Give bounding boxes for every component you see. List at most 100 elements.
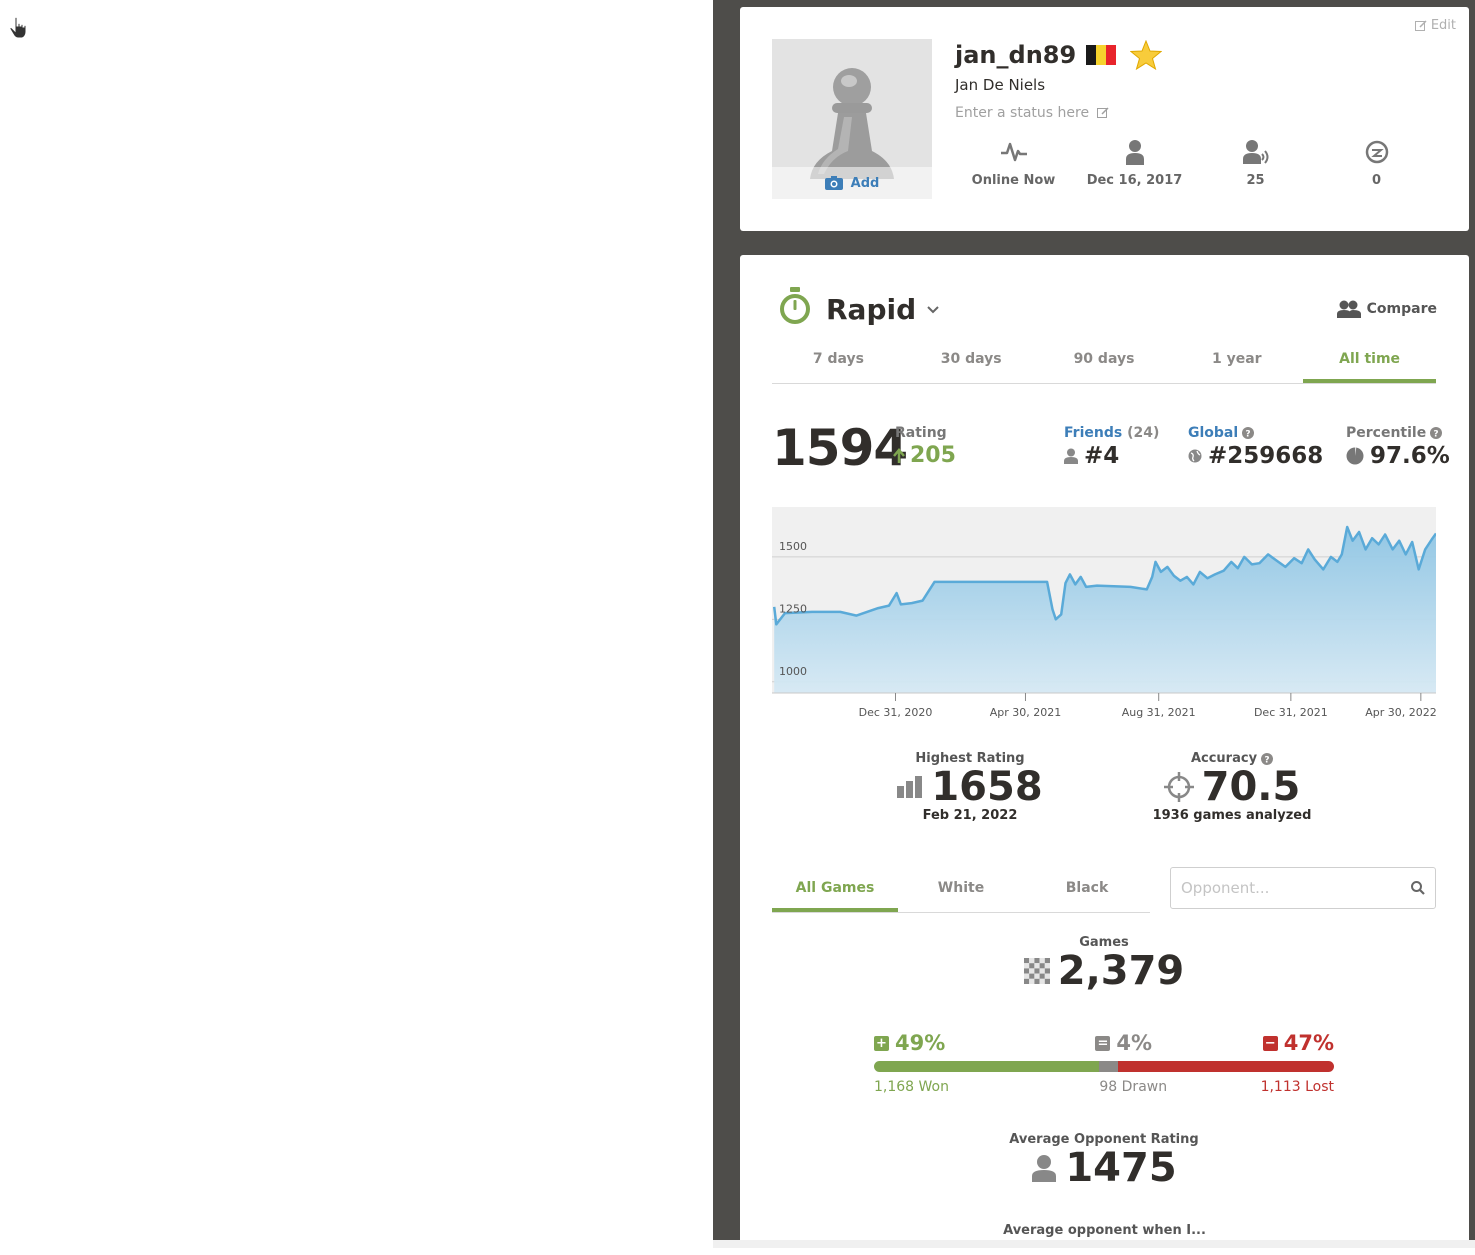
svg-text:?: ? <box>1246 430 1251 440</box>
online-status-value: Online Now <box>971 173 1056 188</box>
joined-date: Dec 16, 2017 <box>1074 137 1195 188</box>
stats-card: Rapid Compare 7 days 30 days 90 days 1 y… <box>740 255 1469 1255</box>
username: jan_dn89 <box>955 41 1077 69</box>
edit-profile-link[interactable]: Edit <box>1414 18 1456 33</box>
status-placeholder: Enter a status here <box>955 105 1090 121</box>
tab-all-games[interactable]: All Games <box>772 867 898 912</box>
drawn-count[interactable]: 98 Drawn <box>1099 1079 1167 1095</box>
lost-percent-value: 47% <box>1283 1031 1334 1055</box>
drawn-percent: = 4% <box>1095 1031 1152 1055</box>
joined-date-value: Dec 16, 2017 <box>1086 173 1183 188</box>
activity-icon <box>1000 142 1027 162</box>
compare-button[interactable]: Compare <box>1336 300 1437 318</box>
edit-status-icon <box>1097 107 1109 118</box>
tab-90-days[interactable]: 90 days <box>1038 343 1171 383</box>
tab-white[interactable]: White <box>898 867 1024 912</box>
opponent-search-input[interactable] <box>1181 879 1411 897</box>
tab-black[interactable]: Black <box>1024 867 1150 912</box>
minus-icon: − <box>1262 1035 1278 1051</box>
y-tick-label: 1000 <box>779 665 807 678</box>
x-tick-label: Dec 31, 2020 <box>859 706 933 719</box>
plus-icon: + <box>874 1035 889 1051</box>
belgium-flag-icon <box>1086 45 1117 65</box>
rapid-timer-icon <box>780 287 810 324</box>
rating-change-value: 205 <box>910 443 956 468</box>
hand-cursor-icon <box>9 16 27 39</box>
friends-count: (24) <box>1127 425 1160 441</box>
percentile-pie-icon <box>1346 447 1364 465</box>
global-rank-label[interactable]: Global <box>1188 425 1238 441</box>
accuracy: Accuracy ? 70.5 1936 games analyzed <box>1146 751 1318 823</box>
help-icon[interactable]: ? <box>1430 427 1443 440</box>
lost-segment <box>1117 1061 1334 1072</box>
tab-30-days[interactable]: 30 days <box>905 343 1038 383</box>
online-status: Online Now <box>953 137 1074 188</box>
won-percent: + 49% <box>874 1031 945 1055</box>
global-rank: Global ? #259668 <box>1188 425 1323 469</box>
crosshair-icon <box>1163 772 1194 802</box>
friends-rank-value: #4 <box>1084 443 1120 469</box>
camera-icon <box>824 176 843 190</box>
views-count: 0 <box>1316 137 1437 188</box>
bottom-scroll-strip <box>713 1240 1475 1248</box>
avg-opponent-value: 1475 <box>1065 1145 1177 1191</box>
y-tick-label: 1500 <box>779 540 807 553</box>
avatar[interactable]: Add <box>772 39 932 199</box>
lost-count[interactable]: 1,113 Lost <box>1261 1079 1334 1095</box>
game-mode-selector[interactable]: Rapid <box>826 293 940 326</box>
highest-rating-date: Feb 21, 2022 <box>922 808 1018 823</box>
rating-label: Rating <box>895 425 947 441</box>
views-value: 0 <box>1371 173 1382 188</box>
help-icon[interactable]: ? <box>1261 752 1274 765</box>
won-percent-value: 49% <box>895 1031 946 1055</box>
globe-icon <box>1188 449 1202 463</box>
avatar-add-label: Add <box>850 175 880 191</box>
status-field[interactable]: Enter a status here <box>955 105 1109 121</box>
equals-icon: = <box>1095 1035 1111 1051</box>
percentile-label: Percentile <box>1346 425 1427 441</box>
percentile-value: 97.6% <box>1370 443 1450 469</box>
followers-value: 25 <box>1246 173 1265 188</box>
drawn-segment <box>1099 1061 1118 1072</box>
star-icon <box>1130 40 1163 70</box>
tab-all-time[interactable]: All time <box>1303 343 1436 383</box>
tab-1-year[interactable]: 1 year <box>1170 343 1303 383</box>
drawn-percent-value: 4% <box>1116 1031 1153 1055</box>
chessboard-icon <box>1023 958 1050 984</box>
opponent-search[interactable] <box>1170 867 1436 909</box>
games-total-value: 2,379 <box>1057 948 1185 994</box>
joined-user-icon <box>1125 140 1144 165</box>
global-rank-value: #259668 <box>1208 443 1324 469</box>
result-bar <box>874 1061 1334 1072</box>
rating-change: 205 <box>892 443 956 468</box>
profile-card: Edit Add jan_dn89 Jan De Niels Enter a s… <box>740 7 1469 231</box>
x-tick-label: Apr 30, 2021 <box>990 706 1062 719</box>
won-count[interactable]: 1,168 Won <box>874 1079 949 1095</box>
won-segment <box>874 1061 1100 1072</box>
username-row: jan_dn89 <box>955 40 1163 70</box>
followers-icon <box>1242 140 1268 164</box>
tab-7-days[interactable]: 7 days <box>772 343 905 383</box>
search-icon[interactable] <box>1411 881 1425 895</box>
rating-history-chart[interactable]: 1500 1250 1000 Dec 31, 2020 Apr 30, 2021 Aug… <box>772 507 1436 727</box>
friends-rank-label[interactable]: Friends <box>1064 425 1122 441</box>
x-tick-label: Dec 31, 2021 <box>1254 706 1328 719</box>
lost-percent: − 47% <box>1262 1031 1334 1055</box>
bar-chart-icon <box>897 776 923 798</box>
highest-rating: Highest Rating 1658 Feb 21, 2022 <box>890 751 1050 823</box>
compare-users-icon <box>1336 300 1361 318</box>
full-name: Jan De Niels <box>955 76 1046 94</box>
help-icon[interactable]: ? <box>1242 427 1255 440</box>
svg-text:?: ? <box>1434 430 1439 440</box>
followers-count[interactable]: 25 <box>1195 137 1316 188</box>
games-total: Games 2,379 <box>1004 935 1204 994</box>
average-opponent-rating: Average Opponent Rating 1475 <box>964 1132 1244 1191</box>
accuracy-value: 70.5 <box>1201 764 1301 810</box>
user-icon <box>1032 1155 1057 1182</box>
game-mode-title: Rapid <box>826 293 917 326</box>
color-filter-tabs: All Games White Black <box>772 867 1150 913</box>
percentile: Percentile ? 97.6% <box>1346 425 1450 469</box>
accuracy-sub: 1936 games analyzed <box>1152 808 1312 823</box>
avatar-add-button[interactable]: Add <box>772 167 932 199</box>
arrow-up-icon <box>893 447 905 463</box>
